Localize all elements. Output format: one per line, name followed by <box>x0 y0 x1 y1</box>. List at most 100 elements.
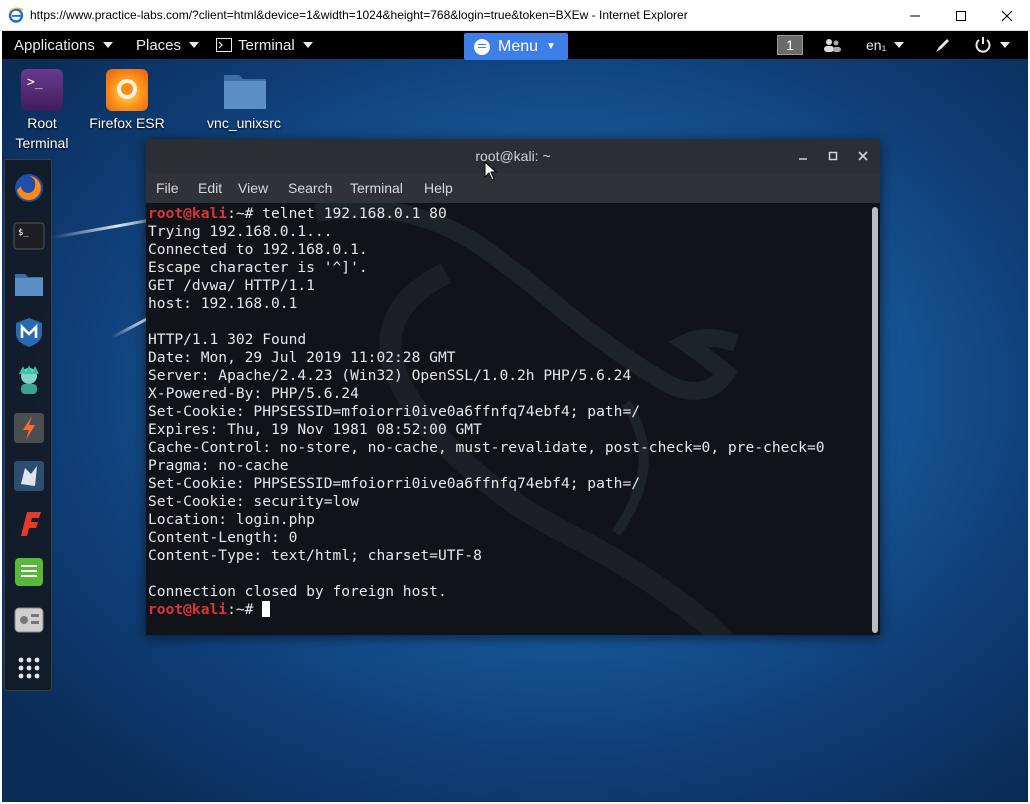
menu-terminal[interactable]: Terminal <box>350 180 403 196</box>
menu-view[interactable]: View <box>238 180 268 196</box>
files-icon <box>15 274 43 296</box>
root-terminal-icon: >_ <box>21 69 63 111</box>
output-line: Server: Apache/2.4.23 (Win32) OpenSSL/1.… <box>148 367 632 384</box>
output-line: GET /dvwa/ HTTP/1.1 <box>148 277 315 294</box>
dock-burpsuite[interactable] <box>13 412 45 444</box>
close-icon <box>1001 10 1013 21</box>
terminal-maximize-button[interactable] <box>826 149 840 163</box>
maximize-button[interactable] <box>938 0 984 31</box>
desktop-icon-firefox-esr[interactable]: Firefox ESR <box>79 69 175 133</box>
places-menu[interactable]: Places <box>136 31 200 59</box>
menu-button[interactable]: Menu ▼ <box>464 33 568 60</box>
terminal-app-menu[interactable]: Terminal <box>216 31 313 59</box>
menu-help[interactable]: Help <box>424 180 453 196</box>
output-line: Set-Cookie: PHPSESSID=mfoiorri0ive0a6ffn… <box>148 475 641 492</box>
desktop-icon-vnc-unixsrc[interactable]: vnc_unixsrc <box>196 69 292 133</box>
output-line: Connected to 192.168.0.1. <box>148 241 368 258</box>
pen-icon <box>936 39 949 52</box>
menu-search[interactable]: Search <box>288 180 332 196</box>
output-line: X-Powered-By: PHP/5.6.24 <box>148 385 359 402</box>
menu-file[interactable]: File <box>156 180 179 196</box>
chevron-down-icon <box>1000 42 1010 48</box>
workspace-indicator[interactable]: 1 <box>777 35 803 55</box>
prompt-path: :~# <box>227 601 263 618</box>
prompt-line: root@kali:~# telnet 192.168.0.1 80 <box>148 205 447 222</box>
armitage-icon <box>19 365 39 394</box>
dock-firefox[interactable] <box>13 172 45 204</box>
applications-menu[interactable]: Applications <box>14 31 113 59</box>
dock-armitage[interactable] <box>13 364 45 396</box>
output-line: Trying 192.168.0.1... <box>148 223 333 240</box>
terminal-titlebar[interactable]: root@kali: ~ <box>146 139 880 173</box>
dock-notes[interactable] <box>13 556 45 588</box>
chevron-down-icon <box>102 42 113 48</box>
metasploit-icon <box>16 318 42 347</box>
output-line: Expires: Thu, 19 Nov 1981 08:52:00 GMT <box>148 421 482 438</box>
output-line: Location: login.php <box>148 511 315 528</box>
browser-titlebar: https://www.practice-labs.com/?client=ht… <box>0 0 1030 31</box>
beef-icon <box>14 461 44 491</box>
output-line: Connection closed by foreign host. <box>148 583 447 600</box>
dock-terminal[interactable]: $_ <box>13 220 45 252</box>
minimize-button[interactable] <box>892 0 938 31</box>
desktop-icon-label: Firefox ESR <box>89 115 165 131</box>
terminal-window[interactable]: root@kali: ~ File Edit View Search Termi… <box>146 139 880 635</box>
close-icon <box>858 151 868 161</box>
svg-text:$_: $_ <box>18 228 29 238</box>
users-indicator[interactable] <box>822 31 842 59</box>
dock-metasploit[interactable] <box>13 316 45 348</box>
output-line: Set-Cookie: security=low <box>148 493 359 510</box>
terminal-output: root@kali:~# telnet 192.168.0.1 80 Tryin… <box>148 205 825 619</box>
output-line: host: 192.168.0.1 <box>148 295 298 312</box>
folder-icon <box>223 69 266 111</box>
burpsuite-icon <box>14 413 44 443</box>
notes-icon <box>15 558 43 586</box>
maximize-icon <box>956 10 966 21</box>
terminal-close-button[interactable] <box>856 149 870 163</box>
output-line: Date: Mon, 29 Jul 2019 11:02:28 GMT <box>148 349 456 366</box>
power-menu[interactable] <box>974 31 1010 59</box>
remote-desktop[interactable]: Applications Places Terminal Menu ▼ 1 en… <box>2 31 1028 802</box>
desktop-icon-root-terminal[interactable]: >_ Root Terminal <box>2 69 90 153</box>
dock: $_ <box>4 159 52 691</box>
wallpaper-streak <box>51 216 161 239</box>
prompt-path: :~# <box>227 205 263 222</box>
output-line: Cache-Control: no-store, no-cache, must-… <box>148 439 825 456</box>
firefox-icon <box>106 69 148 111</box>
terminal-scrollbar[interactable] <box>872 207 878 633</box>
terminal-title: root@kali: ~ <box>475 148 551 164</box>
minimize-icon <box>910 15 920 16</box>
internet-explorer-icon <box>8 7 24 23</box>
minimize-icon <box>799 158 807 160</box>
prompt-user: root@kali <box>148 601 228 618</box>
close-button[interactable] <box>984 0 1030 31</box>
terminal-menubar: File Edit View Search Terminal Help <box>146 173 880 203</box>
desktop-icon-label: Root <box>27 115 57 131</box>
chevron-down-icon <box>302 42 313 48</box>
dock-show-apps[interactable] <box>13 652 45 684</box>
menu-edit[interactable]: Edit <box>198 180 222 196</box>
chevron-down-icon: ▼ <box>546 41 556 52</box>
keyboard-layout-label: en₁ <box>866 37 887 53</box>
output-line: Set-Cookie: PHPSESSID=mfoiorri0ive0a6ffn… <box>148 403 641 420</box>
dock-beef[interactable] <box>13 460 45 492</box>
dock-faraday[interactable] <box>13 508 45 540</box>
firefox-icon <box>15 174 43 202</box>
dock-files[interactable] <box>13 268 45 300</box>
terminal-icon: $_ <box>13 222 45 250</box>
terminal-body[interactable]: root@kali:~# telnet 192.168.0.1 80 Tryin… <box>146 203 880 635</box>
keyboard-layout-menu[interactable]: en₁ <box>866 31 905 59</box>
show-apps-icon <box>18 657 40 679</box>
settings-icon <box>14 607 44 633</box>
menu-label: Menu <box>498 37 539 55</box>
chevron-down-icon <box>894 42 905 48</box>
browser-title: https://www.practice-labs.com/?client=ht… <box>30 8 688 22</box>
dock-settings[interactable] <box>13 604 45 636</box>
terminal-icon <box>216 38 232 52</box>
chevron-down-icon <box>189 42 200 48</box>
pen-tool[interactable] <box>934 31 952 59</box>
top-panel: Applications Places Terminal Menu ▼ 1 en… <box>2 31 1028 60</box>
terminal-minimize-button[interactable] <box>796 149 810 163</box>
applications-label: Applications <box>14 36 95 54</box>
desktop-icon-label: Terminal <box>15 135 69 151</box>
